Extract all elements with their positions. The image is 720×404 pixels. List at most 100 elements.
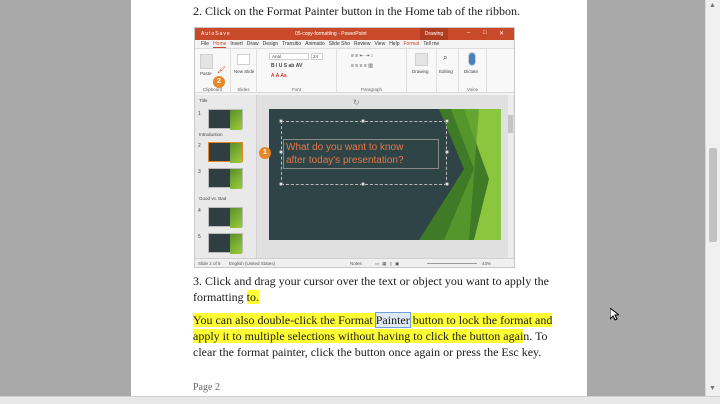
- tip-text: button to lock the format and: [409, 313, 553, 327]
- zoom-slider: [427, 263, 477, 264]
- font-label: Font: [291, 87, 301, 92]
- list-icons: ≡ ≡ ⇤ ⇥ ↕: [351, 53, 374, 59]
- minimize-icon: –: [467, 30, 471, 36]
- tip-text: apply it to multiple selections without …: [193, 329, 524, 343]
- font-name-box: Arial: [269, 53, 309, 60]
- slide-thumbnail-1: [208, 109, 243, 130]
- canvas-scroll-thumb: [508, 115, 513, 133]
- tab-transitions: Transitio: [282, 41, 302, 47]
- scroll-down-icon[interactable]: ▼: [709, 384, 716, 392]
- paragraph-group: ≡ ≡ ⇤ ⇥ ↕ ≡ ≡ ≡ ≡ ▥ Paragraph: [337, 49, 407, 93]
- scroll-up-icon[interactable]: ▲: [709, 1, 716, 9]
- resize-handle: [445, 150, 449, 154]
- ppt-ribbon-tabs: File Home Insert Draw Design Transitio A…: [195, 40, 514, 49]
- rotate-icon: ↻: [353, 98, 360, 107]
- tip-line-3: clear the format painter, click the butt…: [193, 345, 542, 359]
- section-good-vs-bad: Good vs. Bad: [199, 196, 227, 201]
- tab-animations: Animatio: [305, 41, 325, 47]
- status-language: English (United States): [229, 261, 276, 266]
- thumb-number: 3: [198, 169, 201, 175]
- section-title: Title: [199, 98, 208, 103]
- resize-handle: [361, 119, 365, 123]
- slide-thumbnail-3: [208, 168, 243, 189]
- new-slide-icon: [237, 54, 250, 65]
- resize-handle: [445, 182, 449, 186]
- drawing-label: Drawing: [412, 69, 429, 74]
- font-color-icon: A A Aa: [271, 73, 287, 79]
- tab-review: Review: [354, 41, 371, 47]
- tab-insert: Insert: [230, 41, 243, 47]
- ppt-title-bar: AutoSave 05-copy-formatting - PowerPoint…: [195, 28, 514, 40]
- powerpoint-screenshot: AutoSave 05-copy-formatting - PowerPoint…: [194, 27, 515, 268]
- status-notes: Notes: [350, 261, 362, 266]
- canvas-scrollbar: [508, 95, 513, 260]
- resize-handle: [445, 119, 449, 123]
- tab-format: Format: [403, 41, 420, 47]
- status-zoom: 43%: [482, 261, 492, 266]
- tip-text: n. To: [523, 329, 548, 343]
- search-icon: ⌕: [443, 53, 448, 62]
- resize-handle: [279, 119, 283, 123]
- align-icons: ≡ ≡ ≡ ≡ ▥: [351, 63, 373, 69]
- thumb-number: 4: [198, 208, 201, 214]
- drawing-group: Drawing: [407, 49, 437, 93]
- dictate-label: Dictate: [464, 69, 479, 74]
- tab-slideshow: Slide Sho: [328, 41, 351, 47]
- tell-me: Tell me: [423, 41, 440, 47]
- tab-home: Home: [213, 40, 227, 48]
- slide-title-line-2: after today's presentation?: [286, 155, 404, 166]
- section-introduction: Introduction: [199, 132, 223, 137]
- thumb-number: 5: [198, 234, 201, 240]
- font-size-box: 24: [311, 53, 323, 60]
- slide-title-text: What do you want to know after today's p…: [283, 139, 439, 169]
- vertical-scrollbar[interactable]: ▲ ▼: [705, 0, 720, 396]
- step-2-text: 2. Click on the Format Painter button in…: [193, 4, 520, 18]
- ppt-status-bar: Slide 2 of 8 English (United States) Not…: [195, 258, 514, 267]
- microphone-icon: [468, 52, 476, 66]
- clipboard-group: Paste 🖌 Clipboard: [195, 49, 231, 93]
- step-3-text: formatting: [193, 290, 247, 304]
- vertical-scroll-thumb[interactable]: [709, 148, 717, 242]
- tip-line-1: You can also double-click the Format Pai…: [193, 312, 553, 328]
- tab-draw: Draw: [246, 41, 259, 47]
- voice-label: Voice: [466, 87, 478, 92]
- step-3-line-2: formatting to.: [193, 290, 259, 305]
- resize-handle: [279, 182, 283, 186]
- mouse-cursor-icon: [610, 308, 619, 321]
- status-slide: Slide 2 of 8: [198, 261, 221, 266]
- paste-icon: [200, 54, 213, 69]
- format-buttons-row: B I U S ab AV: [271, 63, 303, 69]
- tip-text: You can also double-click the Format: [193, 313, 376, 327]
- slide-title-line-1: What do you want to know: [286, 142, 404, 153]
- resize-handle: [279, 150, 283, 154]
- slide-canvas: What do you want to know after today's p…: [257, 95, 514, 260]
- ppt-ribbon: Paste 🖌 Clipboard 2 New Slide Slides Ari…: [195, 49, 514, 93]
- slides-group: New Slide Slides: [231, 49, 257, 93]
- callout-2: 2: [213, 76, 225, 88]
- horizontal-scrollbar[interactable]: [0, 396, 720, 404]
- paragraph-label: Paragraph: [360, 87, 382, 92]
- step-3-highlight: to.: [246, 290, 259, 304]
- new-slide-label: New Slide: [234, 69, 255, 74]
- thumb-number: 2: [198, 143, 201, 149]
- tab-design: Design: [262, 41, 279, 47]
- font-group: Arial 24 B I U S ab AV A A Aa Font: [257, 49, 337, 93]
- tab-help: Help: [389, 41, 400, 47]
- tab-file: File: [201, 41, 210, 47]
- selected-word: Painter: [374, 312, 411, 328]
- tab-view: View: [374, 41, 386, 47]
- step-3-line-1: 3. Click and drag your cursor over the t…: [193, 274, 549, 288]
- callout-1: 1: [259, 147, 271, 159]
- slides-label: Slides: [237, 87, 250, 92]
- paste-label: Paste: [200, 71, 212, 76]
- ppt-context-tab-drawing: Drawing: [420, 28, 448, 40]
- ppt-window-title: 05-copy-formatting - PowerPoint: [295, 31, 367, 37]
- voice-group: Dictate Voice: [459, 49, 487, 93]
- resize-handle: [361, 182, 365, 186]
- slide-thumbnail-4: [208, 207, 243, 228]
- page-footer: Page 2: [193, 382, 220, 393]
- slide-thumbnail-2: [208, 142, 243, 163]
- slide-thumbnails-pane: Title 1 Introduction 2 3 Good vs. Bad 4 …: [195, 95, 257, 260]
- format-painter-icon: 🖌: [217, 67, 226, 74]
- slide: What do you want to know after today's p…: [269, 109, 501, 240]
